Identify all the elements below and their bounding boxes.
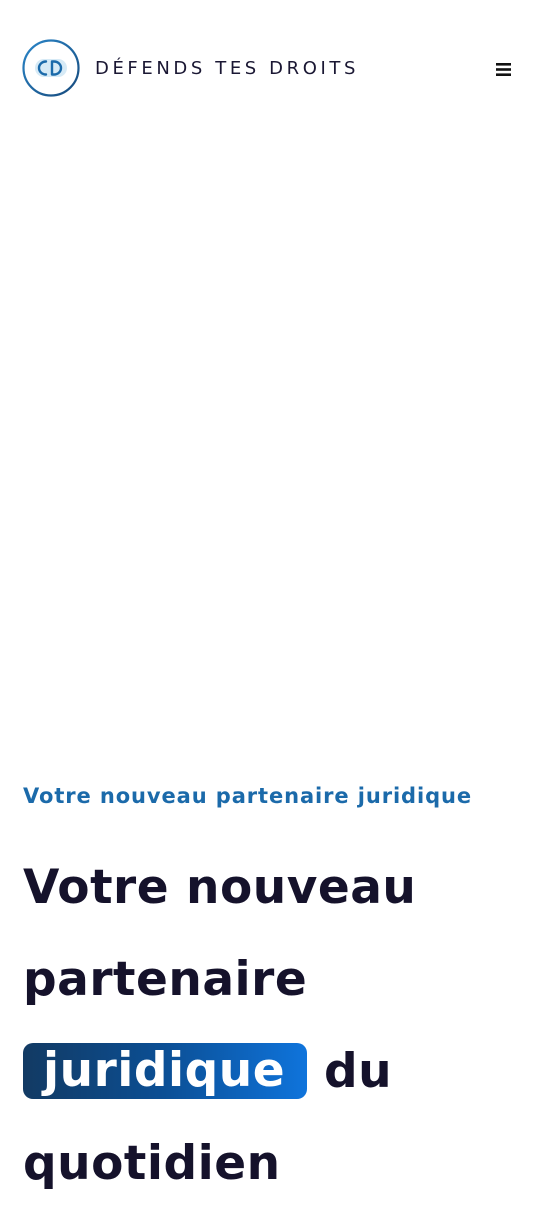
hero-title-line-4: quotidien <box>23 1136 281 1191</box>
hero-title-line-1: Votre nouveau <box>23 860 417 915</box>
home-logo-link[interactable]: DÉFENDS TES DROITS <box>22 39 359 97</box>
hamburger-menu-button[interactable] <box>493 59 513 79</box>
hero-title-line-3: juridique du <box>23 1026 533 1118</box>
hero-title-highlight: juridique <box>23 1043 308 1099</box>
hero-title-line-2: partenaire <box>23 952 308 1007</box>
site-header: DÉFENDS TES DROITS <box>0 0 560 136</box>
hero-eyebrow: Votre nouveau partenaire juridique <box>23 784 473 808</box>
dtd-logo-icon <box>22 39 80 97</box>
hamburger-menu-icon <box>495 62 511 76</box>
hero-title: Votre nouveau partenaire juridique du qu… <box>23 842 533 1210</box>
brand-name: DÉFENDS TES DROITS <box>95 57 360 79</box>
hero-media-area <box>0 136 560 756</box>
hero-title-line-3-rest: du <box>323 1044 393 1099</box>
